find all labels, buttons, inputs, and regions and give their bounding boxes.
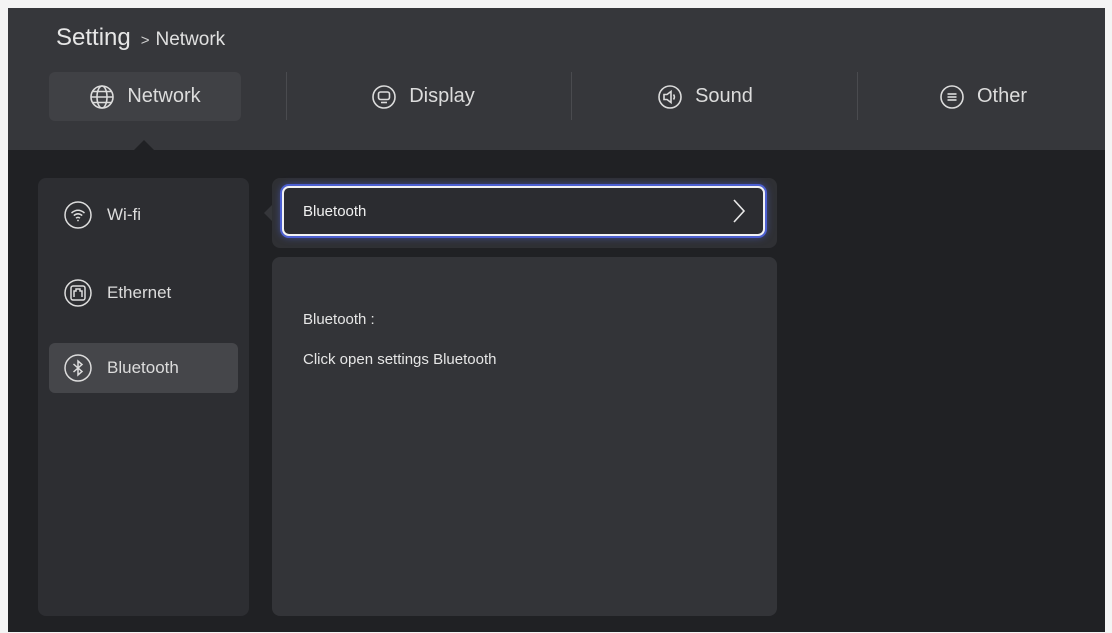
- globe-icon: [89, 84, 115, 110]
- tab-display[interactable]: Display: [343, 72, 503, 121]
- tab-sound[interactable]: Sound: [630, 72, 780, 121]
- menu-icon: [939, 84, 965, 110]
- tab-label: Other: [976, 85, 1028, 107]
- display-icon: [371, 84, 397, 110]
- wifi-icon: [63, 200, 93, 230]
- breadcrumb-separator: >: [140, 32, 150, 49]
- ethernet-icon: [63, 278, 93, 308]
- network-sidebar: Wi-fi Ethernet Bluetooth: [38, 178, 249, 616]
- tab-divider: [286, 72, 287, 120]
- tab-label: Sound: [695, 85, 753, 107]
- sidebar-item-wifi[interactable]: Wi-fi: [49, 190, 238, 240]
- breadcrumb-root: Setting: [56, 24, 131, 51]
- bluetooth-icon: [63, 353, 93, 383]
- bluetooth-selector-button[interactable]: Bluetooth: [282, 186, 765, 236]
- chevron-right-icon: [727, 196, 749, 226]
- breadcrumb-current: Network: [155, 29, 226, 50]
- tab-label: Display: [409, 85, 475, 107]
- sidebar-item-bluetooth[interactable]: Bluetooth: [49, 343, 238, 393]
- speaker-icon: [657, 84, 683, 110]
- tab-other[interactable]: Other: [918, 72, 1048, 121]
- sidebar-item-label: Ethernet: [107, 283, 172, 302]
- selector-container: Bluetooth: [272, 178, 777, 248]
- sidebar-item-label: Bluetooth: [107, 358, 179, 377]
- selector-label: Bluetooth: [303, 202, 367, 220]
- tab-label: Network: [127, 85, 201, 107]
- info-description: Click open settings Bluetooth: [303, 351, 497, 368]
- settings-screen: Setting > Network Network Display Sound …: [8, 8, 1105, 632]
- tab-divider: [571, 72, 572, 120]
- breadcrumb: Setting > Network: [56, 24, 225, 52]
- tab-network[interactable]: Network: [49, 72, 241, 121]
- info-panel: Bluetooth : Click open settings Bluetoot…: [272, 257, 777, 616]
- active-tab-caret: [134, 140, 154, 150]
- top-bar: Setting > Network Network Display Sound …: [8, 8, 1105, 150]
- tab-divider: [857, 72, 858, 120]
- panel-pointer: [264, 205, 272, 221]
- info-title: Bluetooth :: [303, 311, 375, 328]
- sidebar-item-ethernet[interactable]: Ethernet: [49, 268, 238, 318]
- sidebar-item-label: Wi-fi: [107, 205, 141, 224]
